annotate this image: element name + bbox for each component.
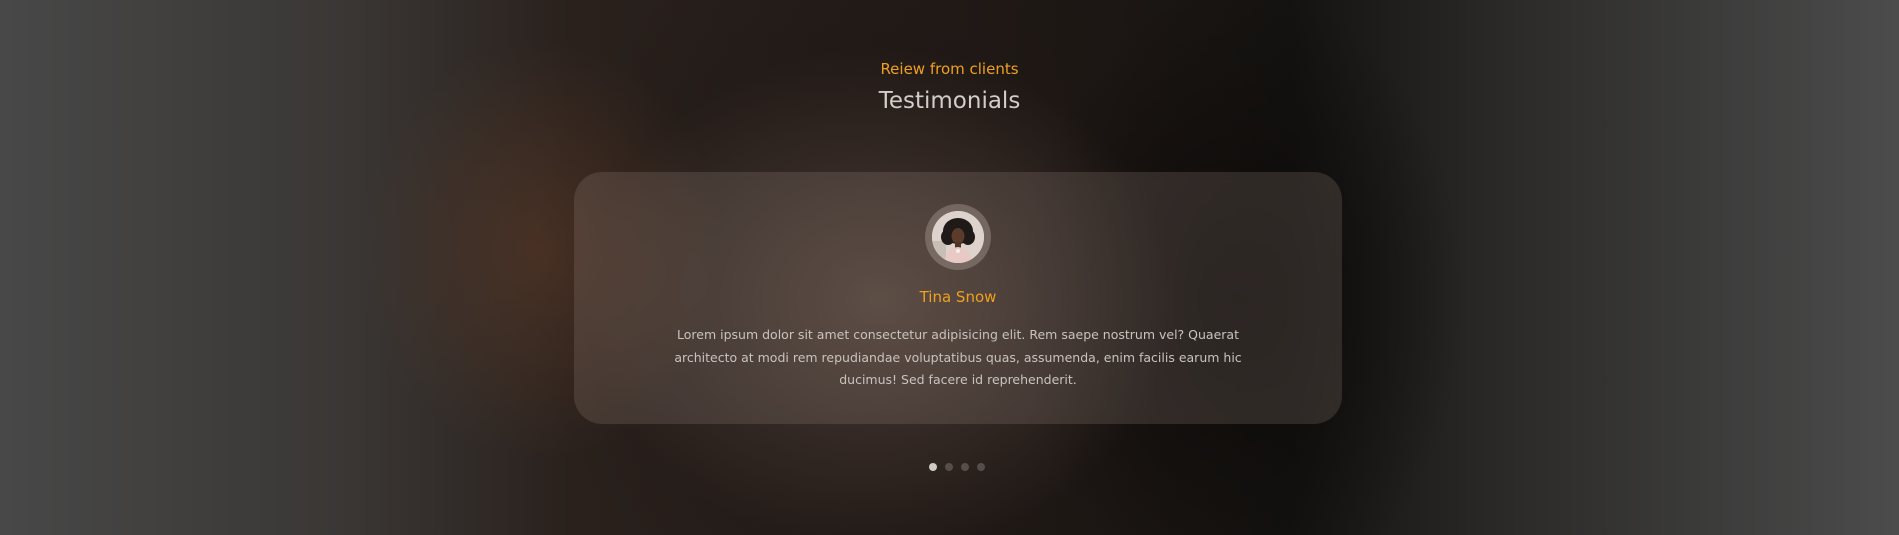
section-subtitle: Reiew from clients: [880, 60, 1019, 78]
carousel-pagination: [929, 463, 985, 471]
reviewer-name: Tina Snow: [919, 288, 997, 306]
testimonial-card: Tina Snow Lorem ipsum dolor sit amet con…: [574, 172, 1342, 424]
pagination-dot-4[interactable]: [977, 463, 985, 471]
testimonials-section: Reiew from clients Testimonials Tina Sno…: [0, 0, 1899, 535]
pagination-dot-2[interactable]: [945, 463, 953, 471]
pagination-dot-1[interactable]: [929, 463, 937, 471]
section-title: Testimonials: [878, 88, 1021, 114]
person-avatar-icon: [932, 211, 984, 263]
pagination-dot-3[interactable]: [961, 463, 969, 471]
testimonial-text: Lorem ipsum dolor sit amet consectetur a…: [674, 327, 1242, 387]
avatar-ring: [925, 204, 991, 270]
avatar: [932, 211, 984, 263]
